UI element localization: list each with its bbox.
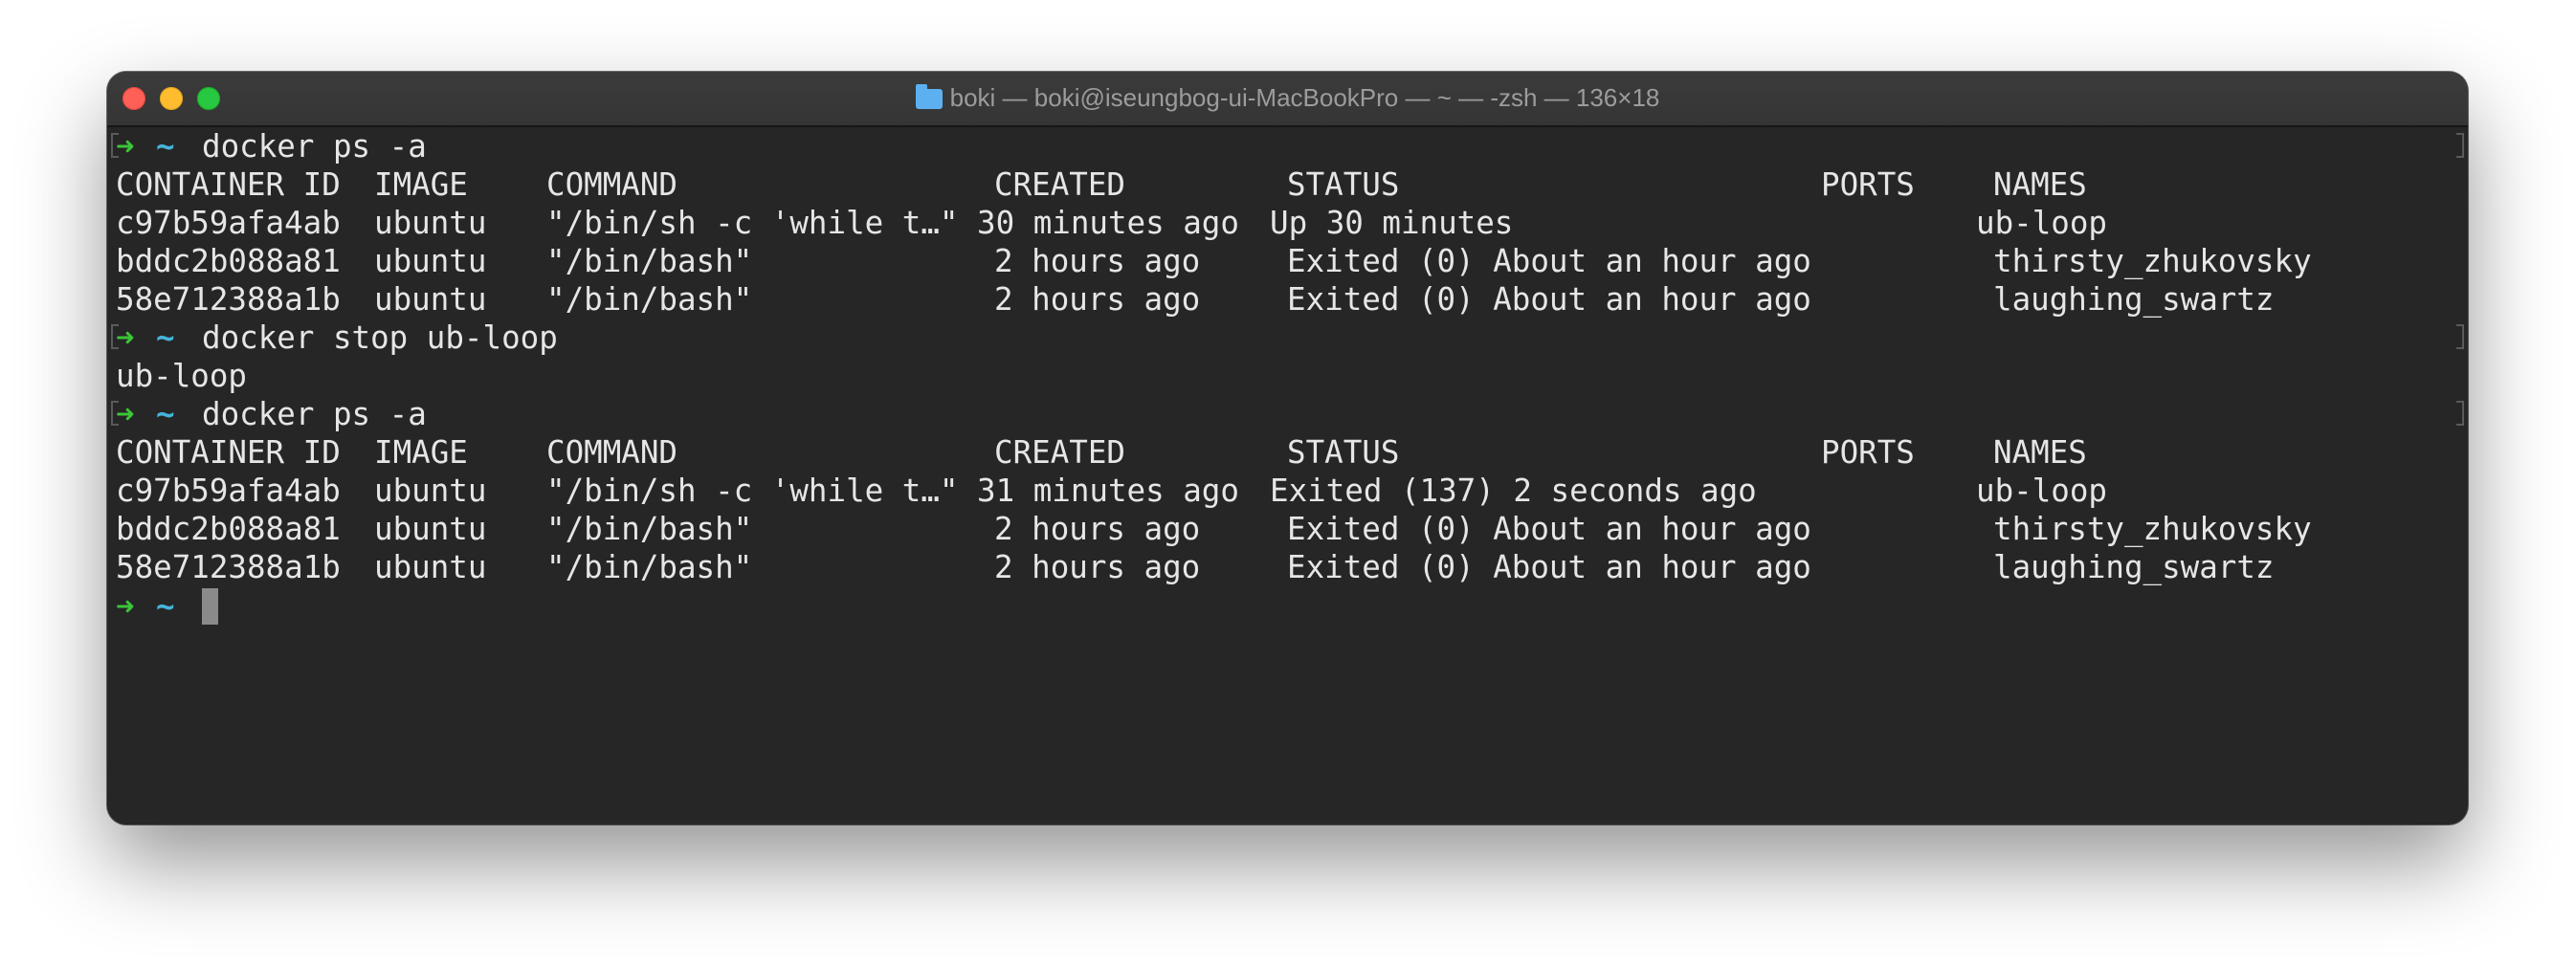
prompt-dir: ~ — [156, 319, 175, 357]
terminal-window: boki — boki@iseungbog-ui-MacBookPro — ~ … — [107, 72, 2468, 825]
cell-container-id: 58e712388a1b — [116, 281, 341, 318]
header-container-id: CONTAINER ID — [116, 434, 341, 471]
cell-image: ubuntu — [374, 473, 487, 509]
terminal-content[interactable]: ➜ ~ docker ps -a CONTAINER ID IMAGE COMM… — [107, 127, 2468, 825]
cell-image: ubuntu — [374, 281, 487, 318]
cell-command: "/bin/bash" — [546, 243, 753, 279]
window-title: boki — boki@iseungbog-ui-MacBookPro — ~ … — [949, 83, 1660, 112]
header-status: STATUS — [1287, 434, 1400, 471]
prompt-tilde: ~ — [156, 396, 175, 432]
prompt-line: ➜ — [116, 127, 135, 165]
window-title-container: boki — boki@iseungbog-ui-MacBookPro — ~ … — [107, 83, 2468, 113]
prompt-dir: ~ — [156, 395, 175, 433]
prompt-line: ➜ — [116, 587, 135, 626]
command-text: docker ps -a — [202, 396, 427, 432]
prompt-tilde: ~ — [156, 128, 175, 165]
folder-icon — [915, 84, 943, 109]
cell-names: laughing_swartz — [1993, 549, 2275, 585]
command-output: ub-loop — [116, 358, 247, 394]
header-names: NAMES — [1993, 434, 2087, 471]
prompt-tilde: ~ — [156, 588, 175, 625]
cell-names: laughing_swartz — [1993, 281, 2275, 318]
cell-container-id: 58e712388a1b — [116, 549, 341, 585]
header-command: COMMAND — [546, 434, 677, 471]
cell-image: ubuntu — [374, 511, 487, 547]
prompt-arrow-icon: ➜ — [116, 588, 135, 625]
header-ports: PORTS — [1821, 166, 1915, 203]
title-bar[interactable]: boki — boki@iseungbog-ui-MacBookPro — ~ … — [107, 72, 2468, 127]
header-created: CREATED — [994, 166, 1125, 203]
header-ports: PORTS — [1821, 434, 1915, 471]
prompt-tilde: ~ — [156, 319, 175, 356]
cell-status: Exited (0) About an hour ago — [1287, 281, 1811, 318]
command-text: docker ps -a — [202, 128, 427, 165]
cell-container-id: c97b59afa4ab — [116, 205, 341, 241]
prompt-dir: ~ — [156, 587, 175, 626]
cell-command: "/bin/sh -c 'while t…" — [546, 205, 959, 241]
header-created: CREATED — [994, 434, 1125, 471]
prompt-dir: ~ — [156, 127, 175, 165]
cell-command: "/bin/bash" — [546, 511, 753, 547]
header-status: STATUS — [1287, 166, 1400, 203]
cell-names: thirsty_zhukovsky — [1993, 243, 2312, 279]
cell-status: Exited (0) About an hour ago — [1287, 511, 1811, 547]
header-image: IMAGE — [374, 434, 468, 471]
prompt-line: ➜ — [116, 395, 135, 433]
cell-names: thirsty_zhukovsky — [1993, 511, 2312, 547]
cell-created: 31 minutes ago — [977, 473, 1239, 509]
cell-created: 2 hours ago — [994, 511, 1201, 547]
command-text: docker stop ub-loop — [202, 319, 558, 356]
cell-status: Exited (0) About an hour ago — [1287, 243, 1811, 279]
cell-names: ub-loop — [1976, 473, 2107, 509]
cell-command: "/bin/bash" — [546, 549, 753, 585]
header-names: NAMES — [1993, 166, 2087, 203]
prompt-arrow-icon: ➜ — [116, 319, 135, 356]
header-container-id: CONTAINER ID — [116, 166, 341, 203]
prompt-arrow-icon: ➜ — [116, 396, 135, 432]
prompt-line: ➜ — [116, 319, 135, 357]
prompt-arrow-icon: ➜ — [116, 128, 135, 165]
cell-image: ubuntu — [374, 549, 487, 585]
cell-image: ubuntu — [374, 205, 487, 241]
cell-command: "/bin/bash" — [546, 281, 753, 318]
text-cursor — [202, 588, 218, 625]
cell-created: 2 hours ago — [994, 281, 1201, 318]
cell-status: Exited (0) About an hour ago — [1287, 549, 1811, 585]
cell-created: 30 minutes ago — [977, 205, 1239, 241]
prompt-mark-right — [2456, 133, 2464, 158]
cell-status: Up 30 minutes — [1270, 205, 1514, 241]
cell-status: Exited (137) 2 seconds ago — [1270, 473, 1757, 509]
cell-command: "/bin/sh -c 'while t…" — [546, 473, 959, 509]
prompt-mark-right — [2456, 324, 2464, 349]
cell-names: ub-loop — [1976, 205, 2107, 241]
cell-container-id: bddc2b088a81 — [116, 511, 341, 547]
cell-created: 2 hours ago — [994, 243, 1201, 279]
header-command: COMMAND — [546, 166, 677, 203]
header-image: IMAGE — [374, 166, 468, 203]
cell-created: 2 hours ago — [994, 549, 1201, 585]
cell-container-id: bddc2b088a81 — [116, 243, 341, 279]
cell-image: ubuntu — [374, 243, 487, 279]
cell-container-id: c97b59afa4ab — [116, 473, 341, 509]
prompt-mark-right — [2456, 401, 2464, 426]
